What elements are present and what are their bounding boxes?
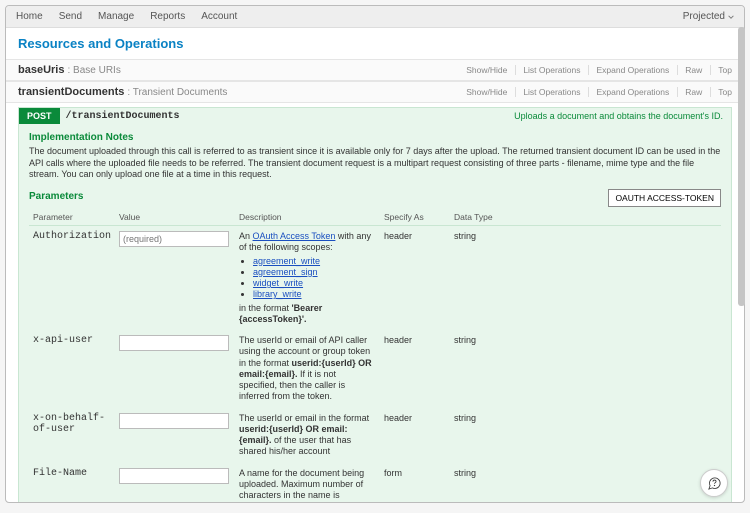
param-name: Authorization: [29, 226, 115, 331]
param-name: x-api-user: [29, 330, 115, 408]
param-description: The userId or email in the format userid…: [235, 408, 380, 463]
chevron-down-icon: [728, 14, 734, 20]
table-row: x-on-behalf-of-user The userId or email i…: [29, 408, 721, 463]
operation-summary: Uploads a document and obtains the docum…: [514, 111, 731, 121]
nav-manage[interactable]: Manage: [98, 11, 134, 22]
section-action[interactable]: Top: [710, 87, 732, 97]
scope-link[interactable]: agreement_sign: [253, 267, 318, 277]
section-action[interactable]: Raw: [677, 65, 702, 75]
operation-header[interactable]: POST /transientDocuments Uploads a docum…: [19, 108, 731, 124]
section-action[interactable]: Top: [710, 65, 732, 75]
nav-reports[interactable]: Reports: [150, 11, 185, 22]
param-data-type: string: [450, 226, 721, 331]
help-fab[interactable]: [700, 469, 728, 497]
param-value-input[interactable]: [119, 231, 229, 247]
param-data-type: string: [450, 408, 721, 463]
param-name: File-Name: [29, 463, 115, 502]
operation-block: POST /transientDocuments Uploads a docum…: [18, 107, 732, 502]
nav-home[interactable]: Home: [16, 11, 43, 22]
oauth-token-link[interactable]: OAuth Access Token: [253, 231, 336, 241]
param-name: x-on-behalf-of-user: [29, 408, 115, 463]
param-data-type: string: [450, 330, 721, 408]
oauth-access-token-button[interactable]: OAUTH ACCESS-TOKEN: [608, 189, 721, 207]
http-method-badge: POST: [19, 108, 60, 124]
chat-icon: [707, 476, 722, 491]
param-value-input[interactable]: [119, 413, 229, 429]
top-nav: Home Send Manage Reports Account Project…: [6, 6, 744, 28]
section-action[interactable]: List Operations: [515, 87, 580, 97]
section-action[interactable]: Expand Operations: [588, 87, 669, 97]
parameters-heading: Parameters: [29, 191, 608, 202]
param-specify-as: form: [380, 463, 450, 502]
section-action[interactable]: List Operations: [515, 65, 580, 75]
param-description: An OAuth Access Token with any of the fo…: [235, 226, 380, 331]
param-description: The userId or email of API caller using …: [235, 330, 380, 408]
section-action[interactable]: Show/Hide: [466, 65, 507, 75]
param-description: A name for the document being uploaded. …: [235, 463, 380, 502]
table-row: Authorization An OAuth Access Token with …: [29, 226, 721, 331]
section-baseuris[interactable]: baseUris : Base URIs Show/Hide List Oper…: [6, 59, 744, 81]
projected-dropdown[interactable]: Projected: [683, 11, 734, 22]
nav-account[interactable]: Account: [201, 11, 237, 22]
section-transientdocuments[interactable]: transientDocuments : Transient Documents…: [6, 81, 744, 103]
section-action[interactable]: Raw: [677, 87, 702, 97]
param-specify-as: header: [380, 330, 450, 408]
section-action[interactable]: Expand Operations: [588, 65, 669, 75]
param-value-input[interactable]: [119, 468, 229, 484]
implementation-notes-heading: Implementation Notes: [29, 132, 721, 143]
table-row: File-Name A name for the document being u…: [29, 463, 721, 502]
table-row: x-api-user The userId or email of API cal…: [29, 330, 721, 408]
param-specify-as: header: [380, 226, 450, 331]
section-action[interactable]: Show/Hide: [466, 87, 507, 97]
nav-send[interactable]: Send: [59, 11, 82, 22]
param-specify-as: header: [380, 408, 450, 463]
scope-link[interactable]: agreement_write: [253, 256, 320, 266]
page-title: Resources and Operations: [6, 28, 744, 59]
parameters-table: Parameter Value Description Specify As D…: [29, 209, 721, 502]
param-data-type: string: [450, 463, 721, 502]
operation-path: /transientDocuments: [66, 111, 180, 122]
scrollbar[interactable]: [738, 27, 745, 508]
scope-link[interactable]: library_write: [253, 289, 302, 299]
param-value-input[interactable]: [119, 335, 229, 351]
implementation-notes: The document uploaded through this call …: [29, 146, 721, 181]
scope-link[interactable]: widget_write: [253, 278, 303, 288]
